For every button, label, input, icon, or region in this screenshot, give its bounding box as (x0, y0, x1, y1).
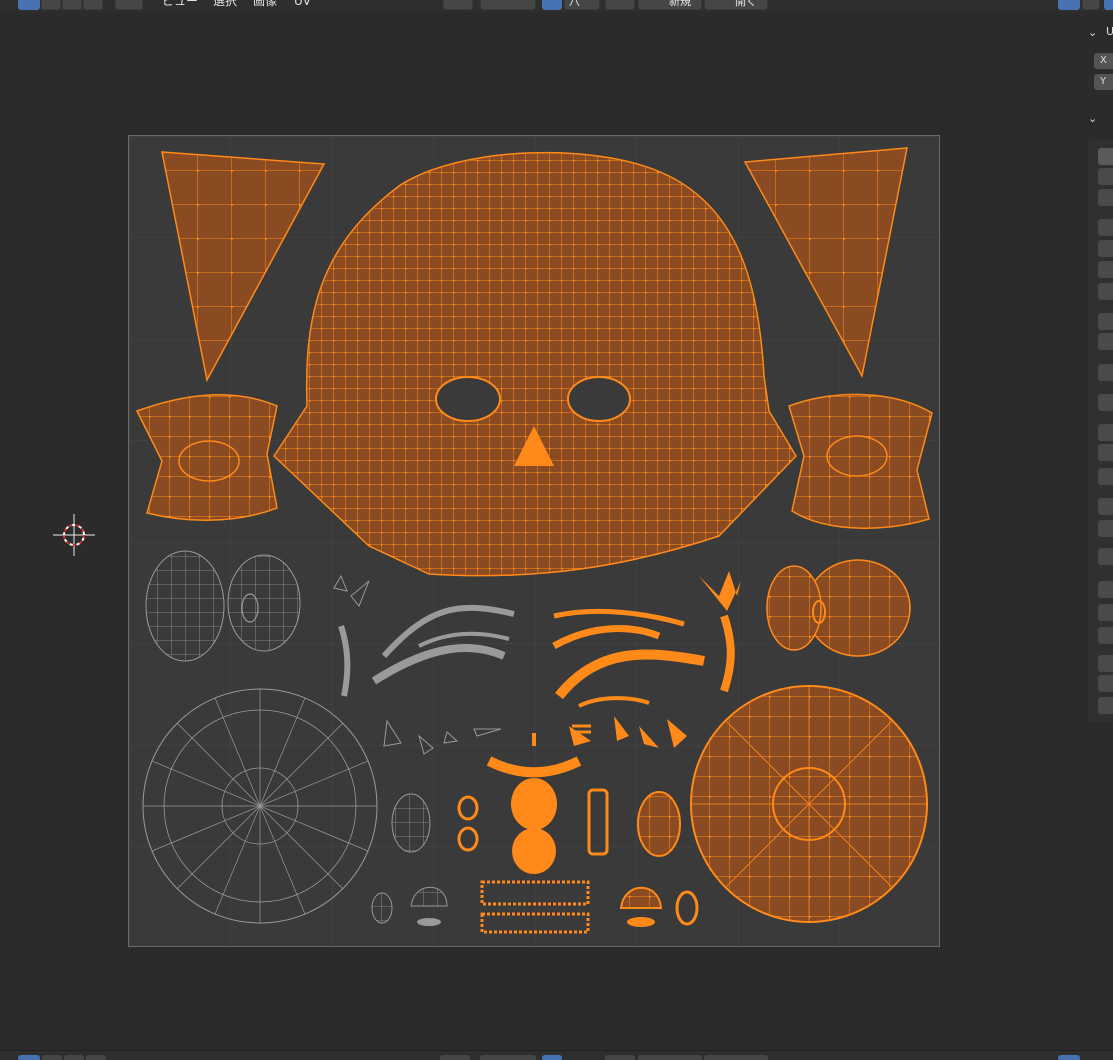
tool-frame-icon[interactable] (1098, 675, 1113, 692)
tool-mirror-icon[interactable] (1098, 498, 1113, 515)
tool-measure-icon[interactable] (1098, 444, 1113, 461)
chevron-down-icon[interactable]: ⌄ (1088, 112, 1102, 126)
uv-y-field[interactable]: Y (1094, 74, 1113, 90)
uv-island-tongue-bottom (512, 828, 556, 874)
overlay-icon[interactable] (1104, 0, 1113, 10)
vertex-select-icon[interactable] (18, 0, 40, 10)
tool-move-icon[interactable] (1098, 189, 1113, 206)
open-image-button[interactable] (704, 1055, 768, 1060)
uv-sync-icon[interactable] (1058, 1055, 1080, 1060)
open-image-label: 開く (735, 0, 757, 8)
island-select-icon[interactable] (83, 0, 103, 10)
menu-view[interactable]: ビュー (162, 0, 198, 8)
uv-y-label: Y (1100, 76, 1107, 87)
uv-editor-header: ビュー 選択 画像 UV 八 新規 開く (0, 0, 1113, 12)
edge-select-icon[interactable] (42, 1055, 62, 1060)
pivot-icon[interactable] (440, 1055, 470, 1060)
sticky-select-icon[interactable] (115, 0, 143, 10)
uv-island-gray-ear-right (227, 554, 301, 652)
chevron-down-icon[interactable]: ⌄ (1088, 26, 1102, 40)
menu-uv[interactable]: UV (294, 0, 311, 8)
uv-island-cheek-right (788, 393, 933, 529)
tool-pinch-icon[interactable] (1098, 364, 1113, 381)
snap-icon[interactable] (480, 0, 536, 10)
uv-viewport[interactable] (0, 12, 1084, 1050)
uv-face-eye-right (567, 376, 631, 422)
uv-sync-icon[interactable] (1058, 0, 1080, 10)
tool-paint-icon[interactable] (1098, 627, 1113, 644)
tool-eyedropper-icon[interactable] (1098, 604, 1113, 621)
pivot-icon[interactable] (443, 0, 473, 10)
tool-layer-icon[interactable] (1098, 655, 1113, 672)
uv-grid-and-islands (129, 136, 941, 948)
tool-align-icon[interactable] (1098, 697, 1113, 714)
new-image-button[interactable] (638, 1055, 702, 1060)
uv-face-eye-left (435, 376, 501, 422)
new-image-label: 新規 (669, 0, 691, 8)
sidebar-section-title: U (1106, 25, 1113, 38)
open-image-button[interactable]: 開く (704, 0, 768, 10)
uv-island-gray-small-oval (391, 793, 431, 853)
tool-sample-icon[interactable] (1098, 424, 1113, 441)
edge-select-icon[interactable] (41, 0, 61, 10)
proportional-edit-icon[interactable] (542, 0, 562, 10)
tool-relax-icon[interactable] (1098, 333, 1113, 350)
proportional-edit-icon[interactable] (542, 1055, 562, 1060)
vertex-select-icon[interactable] (18, 1055, 40, 1060)
face-select-icon[interactable] (64, 1055, 84, 1060)
island-select-icon[interactable] (86, 1055, 106, 1060)
pin-icon[interactable] (776, 0, 792, 10)
tool-draw-icon[interactable] (1098, 520, 1113, 537)
uv-island-gray-ear-left (145, 550, 225, 662)
proportional-falloff-dropdown[interactable]: 八 (564, 0, 600, 10)
tool-grid-icon[interactable] (1098, 468, 1113, 485)
image-browse-icon[interactable] (605, 0, 635, 10)
cursor-3d-icon[interactable] (53, 514, 95, 556)
tool-ruler-icon[interactable] (1098, 581, 1113, 598)
uv-island-oval (637, 791, 681, 857)
tool-cursor-icon[interactable] (1098, 168, 1113, 185)
tool-rip-icon[interactable] (1098, 394, 1113, 411)
menu-image[interactable]: 画像 (253, 0, 277, 8)
tool-rotate-icon[interactable] (1098, 219, 1113, 236)
uv-island-tongue-top (511, 778, 557, 830)
tool-annotate-icon[interactable] (1098, 283, 1113, 300)
falloff-label: 八 (569, 0, 580, 8)
tool-transform-icon[interactable] (1098, 261, 1113, 278)
tool-select-icon[interactable] (1098, 148, 1113, 165)
image-browse-icon[interactable] (605, 1055, 635, 1060)
face-select-icon[interactable] (62, 0, 82, 10)
tool-scale-icon[interactable] (1098, 240, 1113, 257)
tool-stamp-icon[interactable] (1098, 548, 1113, 565)
snap-icon[interactable] (480, 1055, 536, 1060)
tool-grab-icon[interactable] (1098, 313, 1113, 330)
uv-x-label: X (1100, 55, 1107, 66)
overlay-dropdown[interactable] (1082, 0, 1100, 10)
uv-x-field[interactable]: X (1094, 53, 1113, 69)
menu-select[interactable]: 選択 (213, 0, 237, 8)
new-image-button[interactable]: 新規 (638, 0, 702, 10)
uv-space[interactable] (128, 135, 941, 948)
